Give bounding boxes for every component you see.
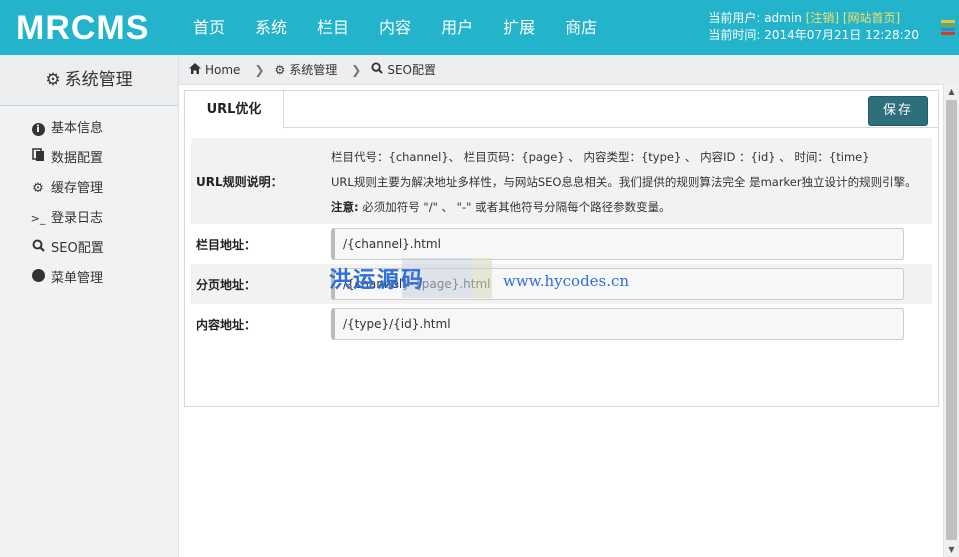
nav-item-home[interactable]: 首页	[178, 0, 240, 55]
tab-url-optimize[interactable]: URL优化	[184, 90, 284, 129]
channel-url-input[interactable]	[331, 228, 904, 260]
search-icon	[30, 234, 46, 264]
color-stack-icon[interactable]	[941, 20, 955, 36]
row-label: URL规则说明：	[196, 174, 283, 189]
sidebar-item-data-config[interactable]: 数据配置	[0, 144, 178, 174]
sidebar-item-label: 缓存管理	[51, 181, 104, 196]
sidebar-item-cache[interactable]: ⚙ 缓存管理	[0, 174, 178, 204]
sidebar-item-label: SEO配置	[51, 241, 104, 256]
row-label: 内容地址：	[196, 317, 257, 332]
breadcrumb-home[interactable]: Home	[189, 62, 240, 77]
chevron-right-icon: ❯	[351, 62, 362, 77]
app-logo[interactable]: MRCMS	[16, 6, 149, 50]
content-url-input[interactable]	[331, 308, 904, 340]
nav-item-extend[interactable]: 扩展	[488, 0, 550, 55]
breadcrumb-seo: SEO配置	[371, 61, 436, 78]
sidebar-title: ⚙ 系统管理	[0, 55, 178, 106]
database-icon	[30, 144, 46, 174]
scrollbar-thumb[interactable]	[946, 100, 957, 540]
nav-item-users[interactable]: 用户	[426, 0, 488, 55]
page-scrollbar[interactable]: ▲ ▼	[943, 84, 959, 557]
watermark-blur	[472, 258, 492, 298]
gear-icon: ⚙	[45, 70, 61, 90]
breadcrumb-system[interactable]: ⚙ 系统管理	[275, 61, 338, 78]
nav-item-channel[interactable]: 栏目	[302, 0, 364, 55]
breadcrumb: Home ❯ ⚙ 系统管理 ❯ SEO配置	[179, 55, 959, 85]
home-icon	[189, 62, 201, 77]
current-user: 当前用户: admin	[708, 11, 802, 25]
row-label: 分页地址：	[196, 277, 257, 292]
url-rule-description-row: URL规则说明： 栏目代号：{channel}、 栏目页码：{page} 、 内…	[191, 138, 932, 224]
sidebar-menu: i 基本信息 数据配置 ⚙ 缓存管理 >_ 登录日志 SEO配置 菜单管理	[0, 106, 178, 294]
nav-item-system[interactable]: 系统	[240, 0, 302, 55]
scroll-up-icon[interactable]: ▲	[944, 84, 959, 99]
circle-icon	[30, 264, 46, 294]
scroll-down-icon[interactable]: ▼	[944, 542, 959, 557]
logout-link[interactable]: [注销]	[806, 11, 839, 25]
sidebar-item-label: 数据配置	[51, 151, 104, 166]
nav-item-content[interactable]: 内容	[364, 0, 426, 55]
sidebar-item-login-log[interactable]: >_ 登录日志	[0, 204, 178, 234]
sidebar-item-basic-info[interactable]: i 基本信息	[0, 114, 178, 144]
sidebar-item-label: 菜单管理	[51, 271, 104, 286]
row-label: 栏目地址：	[196, 237, 257, 252]
seo-panel: URL优化 保存 URL规则说明： 栏目代号：{channel}、 栏目页码：{…	[184, 90, 939, 407]
sidebar-item-label: 基本信息	[51, 121, 104, 136]
user-info: 当前用户: admin [注销] [网站首页] 当前时间: 2014年07月21…	[708, 10, 919, 44]
save-button[interactable]: 保存	[868, 96, 928, 126]
chevron-right-icon: ❯	[254, 62, 265, 77]
top-bar: MRCMS 首页 系统 栏目 内容 用户 扩展 商店 当前用户: admin […	[0, 0, 959, 55]
terminal-icon: >_	[30, 212, 46, 225]
form-rows: URL规则说明： 栏目代号：{channel}、 栏目页码：{page} 、 内…	[185, 128, 938, 344]
sidebar-item-menu[interactable]: 菜单管理	[0, 264, 178, 294]
watermark-text: 洪运源码	[329, 267, 426, 293]
url-rule-description: 栏目代号：{channel}、 栏目页码：{page} 、 内容类型：{type…	[331, 150, 917, 214]
current-time: 当前时间: 2014年07月21日 12:28:20	[708, 28, 919, 42]
main-nav: 首页 系统 栏目 内容 用户 扩展 商店	[178, 0, 612, 55]
sidebar-item-label: 登录日志	[51, 211, 104, 226]
sidebar-item-seo[interactable]: SEO配置	[0, 234, 178, 264]
info-icon: i	[30, 114, 46, 144]
search-icon	[371, 62, 384, 77]
nav-item-store[interactable]: 商店	[550, 0, 612, 55]
site-home-link[interactable]: [网站首页]	[843, 11, 900, 25]
tab-bar: URL优化 保存	[184, 90, 938, 129]
content-url-row: 内容地址：	[191, 304, 932, 344]
gear-icon: ⚙	[274, 62, 286, 77]
sidebar: ⚙系统管理 i 基本信息 数据配置 ⚙ 缓存管理 >_ 登录日志 SEO配置	[0, 55, 179, 557]
watermark-url: www.hycodes.cn	[503, 272, 630, 290]
cogs-icon: ⚙	[32, 181, 44, 196]
watermark: 洪运源码 www.hycodes.cn	[327, 258, 637, 298]
